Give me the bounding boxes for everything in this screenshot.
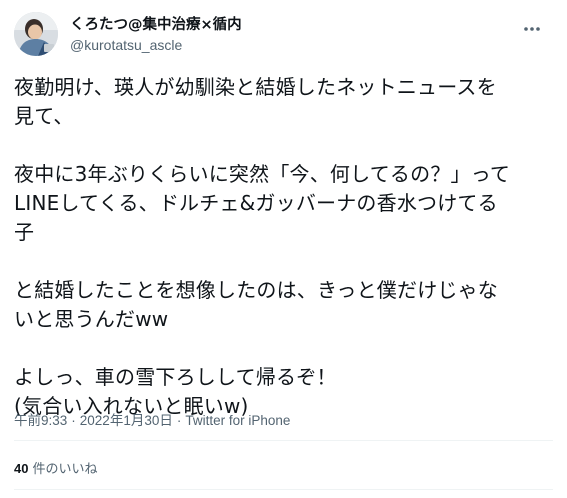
avatar-photo-icon <box>14 12 58 56</box>
divider <box>14 440 553 441</box>
avatar[interactable] <box>14 12 58 56</box>
tweet-text: 夜勤明け、瑛人が幼馴染と結婚したネットニュースを 見て、 夜中に3年ぶりくらいに… <box>14 75 511 418</box>
user-handle[interactable]: @kurotatsu_ascle <box>70 35 242 55</box>
tweet-metadata: 午前9:33 · 2022年1月30日 · Twitter for iPhone <box>14 409 290 429</box>
meta-separator: · <box>71 413 76 428</box>
more-options-icon <box>524 27 540 31</box>
likes-stat[interactable]: 40 件のいいね <box>14 458 97 477</box>
display-name[interactable]: くろたつ@集中治療×循内 <box>70 15 242 35</box>
tweet-date[interactable]: 2022年1月30日 <box>80 413 173 428</box>
tweet-card: くろたつ@集中治療×循内 @kurotatsu_ascle 夜勤明け、瑛人が幼馴… <box>0 0 567 498</box>
divider <box>14 489 553 490</box>
author-names: くろたつ@集中治療×循内 @kurotatsu_ascle <box>70 15 242 55</box>
likes-count: 40 <box>14 461 29 476</box>
tweet-source[interactable]: Twitter for iPhone <box>185 413 290 428</box>
tweet-header: くろたつ@集中治療×循内 @kurotatsu_ascle <box>14 12 555 62</box>
tweet-time[interactable]: 午前9:33 <box>14 413 67 428</box>
more-options-button[interactable] <box>517 14 547 44</box>
meta-separator: · <box>176 413 182 428</box>
likes-label: 件のいいね <box>32 461 98 476</box>
